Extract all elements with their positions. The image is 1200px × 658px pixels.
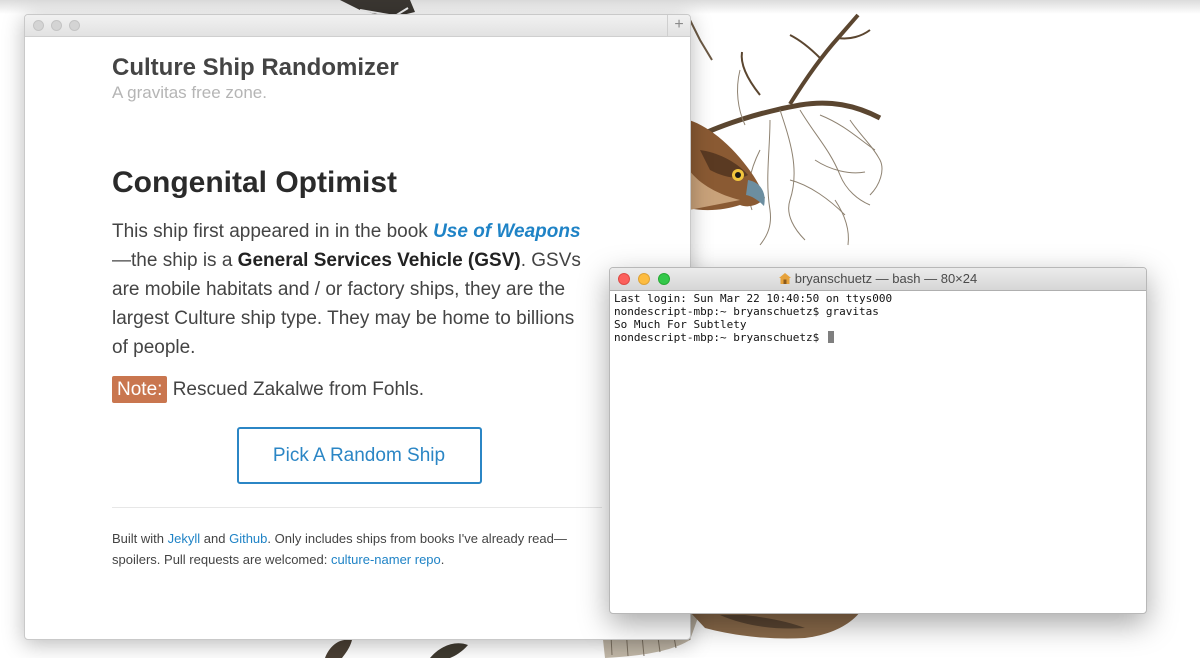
browser-titlebar: + (25, 15, 690, 37)
footer-text-4: . (440, 552, 445, 567)
page-content: Culture Ship Randomizer A gravitas free … (112, 51, 602, 570)
close-window-button[interactable] (33, 20, 44, 31)
terminal-window: bryanschuetz — bash — 80×24 Last login: … (609, 267, 1147, 614)
pick-random-ship-button[interactable]: Pick A Random Ship (236, 427, 482, 484)
browser-window: + Culture Ship Randomizer A gravitas fre… (24, 14, 691, 640)
ship-note: Note: Rescued Zakalwe from Fohls. (112, 376, 602, 404)
ship-name-heading: Congenital Optimist (112, 166, 397, 199)
terminal-prompt-line: nondescript-mbp:~ bryanschuetz$ (614, 331, 1146, 344)
minimize-window-button[interactable] (51, 20, 62, 31)
footer-divider (112, 507, 602, 508)
github-link[interactable]: Github (229, 531, 267, 546)
terminal-title-text: bryanschuetz — bash — 80×24 (794, 271, 978, 286)
note-text: Rescued Zakalwe from Fohls. (167, 379, 425, 400)
jekyll-link[interactable]: Jekyll (168, 531, 201, 546)
ship-type: General Services Vehicle (GSV) (237, 250, 521, 271)
description-intro: This ship first appeared in in the book (112, 221, 434, 242)
text-cursor (827, 331, 834, 343)
terminal-title: bryanschuetz — bash — 80×24 (610, 268, 1146, 290)
site-subtitle: A gravitas free zone. (112, 83, 267, 102)
home-folder-icon (778, 273, 791, 284)
new-tab-button[interactable]: + (667, 15, 690, 36)
terminal-line: So Much For Subtlety (614, 318, 747, 331)
note-badge: Note: (112, 376, 168, 403)
footer-text-2: and (200, 531, 230, 546)
terminal-titlebar: bryanschuetz — bash — 80×24 (610, 268, 1146, 291)
footer-text-1: Built with (112, 531, 168, 546)
repo-link[interactable]: culture-namer repo (331, 552, 441, 567)
terminal-prompt: nondescript-mbp:~ bryanschuetz$ (614, 331, 826, 344)
book-link[interactable]: Use of Weapons (433, 221, 580, 242)
terminal-line: nondescript-mbp:~ bryanschuetz$ gravitas (614, 305, 879, 318)
ship-description: This ship first appeared in in the book … (112, 217, 592, 362)
description-mid: —the ship is a (112, 250, 238, 271)
site-title[interactable]: Culture Ship Randomizer (112, 53, 602, 83)
footer: Built with Jekyll and Github. Only inclu… (112, 528, 582, 570)
terminal-screen[interactable]: Last login: Sun Mar 22 10:40:50 on ttys0… (610, 291, 1146, 344)
zoom-window-button[interactable] (69, 20, 80, 31)
terminal-line: Last login: Sun Mar 22 10:40:50 on ttys0… (614, 292, 893, 305)
